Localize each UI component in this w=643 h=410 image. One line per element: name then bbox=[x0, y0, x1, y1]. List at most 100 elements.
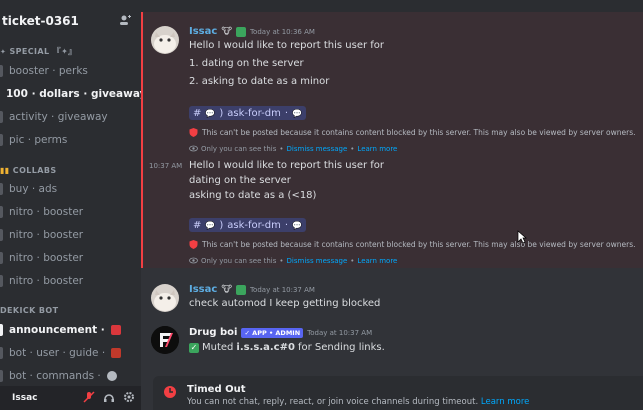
hash-icon: # bbox=[193, 219, 202, 231]
cow-badge-icon: 🐮 bbox=[221, 284, 232, 295]
hover-timestamp: 10:37 AM bbox=[149, 162, 183, 170]
user-panel: Issac bbox=[0, 386, 141, 410]
timeout-banner: Timed Out You can not chat, reply, react… bbox=[153, 376, 643, 410]
unread-bar bbox=[0, 111, 3, 123]
cat-avatar-icon bbox=[151, 284, 179, 312]
unread-bar bbox=[0, 183, 3, 195]
timestamp: Today at 10:37 AM bbox=[249, 285, 315, 294]
avatar-issac[interactable] bbox=[151, 26, 179, 54]
chevron-down-icon: ✦ bbox=[0, 48, 7, 56]
leaf-badge-icon bbox=[235, 26, 246, 37]
author-name[interactable]: Issac bbox=[189, 284, 217, 295]
message-line: 2. asking to date as a minor bbox=[189, 76, 330, 87]
channel-nitro-booster-3[interactable]: nitro · booster bbox=[0, 248, 139, 268]
add-member-icon[interactable] bbox=[119, 14, 131, 26]
hash-icon: # bbox=[193, 107, 202, 119]
headphones-icon[interactable] bbox=[103, 391, 115, 403]
message-text: check automod I keep getting blocked bbox=[189, 298, 381, 309]
avatar-issac[interactable] bbox=[151, 284, 179, 312]
learn-more-link[interactable]: Learn more bbox=[357, 145, 397, 153]
category-special[interactable]: ✦ SPECIAL 『✦』 bbox=[0, 46, 77, 57]
category-collabs[interactable]: ▮▮ COLLABS bbox=[0, 166, 57, 175]
shield-alert-icon bbox=[189, 240, 198, 249]
gear-icon[interactable] bbox=[123, 391, 135, 403]
channel-booster-perks[interactable]: booster · perks bbox=[0, 61, 139, 81]
dismiss-message-link[interactable]: Dismiss message bbox=[287, 257, 348, 265]
book-icon bbox=[111, 348, 122, 358]
channel-mention[interactable]: # 💬 ) ask-for-dm · 💬 bbox=[189, 218, 306, 232]
leaf-badge-icon bbox=[235, 284, 246, 295]
cat-avatar-icon bbox=[151, 26, 179, 54]
eye-icon bbox=[189, 257, 198, 264]
bullet: · bbox=[284, 107, 288, 119]
message-line: asking to date as a (<18) bbox=[189, 190, 317, 201]
chat-area: Issac 🐮 Today at 10:36 AM Hello I would … bbox=[141, 0, 643, 410]
avatar-drug-boi[interactable] bbox=[151, 326, 179, 354]
author-name[interactable]: Drug boi bbox=[189, 327, 237, 338]
automod-warning: This can't be posted because it contains… bbox=[189, 240, 636, 249]
channel-bot-user-guide[interactable]: bot · user · guide · bbox=[0, 343, 139, 363]
timeout-clock-icon bbox=[164, 386, 176, 398]
mouse-cursor-icon bbox=[517, 230, 527, 244]
speech-bubble-icon: 💬 bbox=[205, 220, 216, 230]
channel-header[interactable]: ticket-0361 bbox=[0, 8, 139, 34]
channel-announcement[interactable]: announcement · bbox=[0, 320, 139, 340]
bullet: · bbox=[284, 219, 288, 231]
ephemeral-note: Only you can see this • Dismiss message … bbox=[189, 144, 397, 153]
message-line: dating on the server bbox=[189, 175, 291, 186]
message-header: Issac 🐮 Today at 10:36 AM bbox=[189, 26, 315, 37]
channel-nitro-booster-1[interactable]: nitro · booster bbox=[0, 202, 139, 222]
separator: • bbox=[350, 256, 355, 265]
message-text: ✓ Muted i.s.s.a.c#0 for Sending links. bbox=[189, 342, 385, 353]
unread-bar bbox=[0, 275, 3, 287]
timeout-title: Timed Out bbox=[187, 384, 246, 395]
username[interactable]: Issac bbox=[12, 393, 37, 403]
dismiss-message-link[interactable]: Dismiss message bbox=[287, 145, 348, 153]
timeout-learn-more-link[interactable]: Learn more bbox=[481, 397, 529, 407]
channel-bot-commands[interactable]: bot · commands · bbox=[0, 366, 139, 386]
unread-bar bbox=[0, 324, 3, 336]
eye-icon bbox=[189, 145, 198, 152]
unread-bar bbox=[0, 65, 3, 77]
shield-alert-icon bbox=[189, 128, 198, 137]
cow-badge-icon: 🐮 bbox=[221, 26, 232, 37]
channel-pic-perms[interactable]: pic · perms bbox=[0, 130, 139, 150]
unread-bar bbox=[0, 206, 3, 218]
timestamp: Today at 10:37 AM bbox=[307, 328, 373, 337]
unread-bar bbox=[0, 252, 3, 264]
check-box-icon: ✓ bbox=[189, 342, 199, 353]
unread-bar bbox=[0, 229, 3, 241]
learn-more-link[interactable]: Learn more bbox=[357, 257, 397, 265]
unread-bar bbox=[0, 134, 3, 146]
author-name[interactable]: Issac bbox=[189, 26, 217, 37]
timestamp: Today at 10:36 AM bbox=[249, 27, 315, 36]
speech-bubble-icon: 💬 bbox=[205, 108, 216, 118]
separator: • bbox=[350, 144, 355, 153]
gift-icon: ▮▮ bbox=[0, 166, 10, 175]
channel-mention[interactable]: # 💬 ) ask-for-dm · 💬 bbox=[189, 106, 306, 120]
channel-activity-giveaway[interactable]: activity · giveaway bbox=[0, 107, 139, 127]
message-line: 1. dating on the server bbox=[189, 58, 304, 69]
ephemeral-note: Only you can see this • Dismiss message … bbox=[189, 256, 397, 265]
channel-sidebar: ticket-0361 ✦ SPECIAL 『✦』 booster · perk… bbox=[0, 0, 141, 410]
message-line: Hello I would like to report this user f… bbox=[189, 160, 385, 171]
unread-bar bbox=[0, 370, 3, 382]
separator: • bbox=[279, 144, 284, 153]
mic-muted-icon[interactable] bbox=[83, 391, 95, 403]
message-header: Drug boi ✓ APP • ADMIN Today at 10:37 AM bbox=[189, 327, 372, 338]
megaphone-icon bbox=[110, 325, 121, 335]
channel-buy-ads[interactable]: buy · ads bbox=[0, 179, 139, 199]
top-strip bbox=[141, 0, 643, 12]
category-bot[interactable]: DEKICK BOT bbox=[0, 306, 59, 315]
timeout-text: You can not chat, reply, react, or join … bbox=[187, 397, 530, 407]
bracket: ) bbox=[219, 219, 224, 231]
channel-nitro-booster-2[interactable]: nitro · booster bbox=[0, 225, 139, 245]
channel-nitro-booster-4[interactable]: nitro · booster bbox=[0, 271, 139, 291]
ticket-title: ticket-0361 bbox=[2, 14, 79, 28]
bot-logo-icon bbox=[151, 326, 179, 354]
separator: • bbox=[279, 256, 284, 265]
message-header: Issac 🐮 Today at 10:37 AM bbox=[189, 284, 315, 295]
app-admin-tag: ✓ APP • ADMIN bbox=[241, 327, 304, 338]
channel-100-dollars-giveaway[interactable]: 100 · dollars · giveaway bbox=[0, 84, 141, 104]
speech-bubble-icon: 💬 bbox=[292, 220, 302, 230]
